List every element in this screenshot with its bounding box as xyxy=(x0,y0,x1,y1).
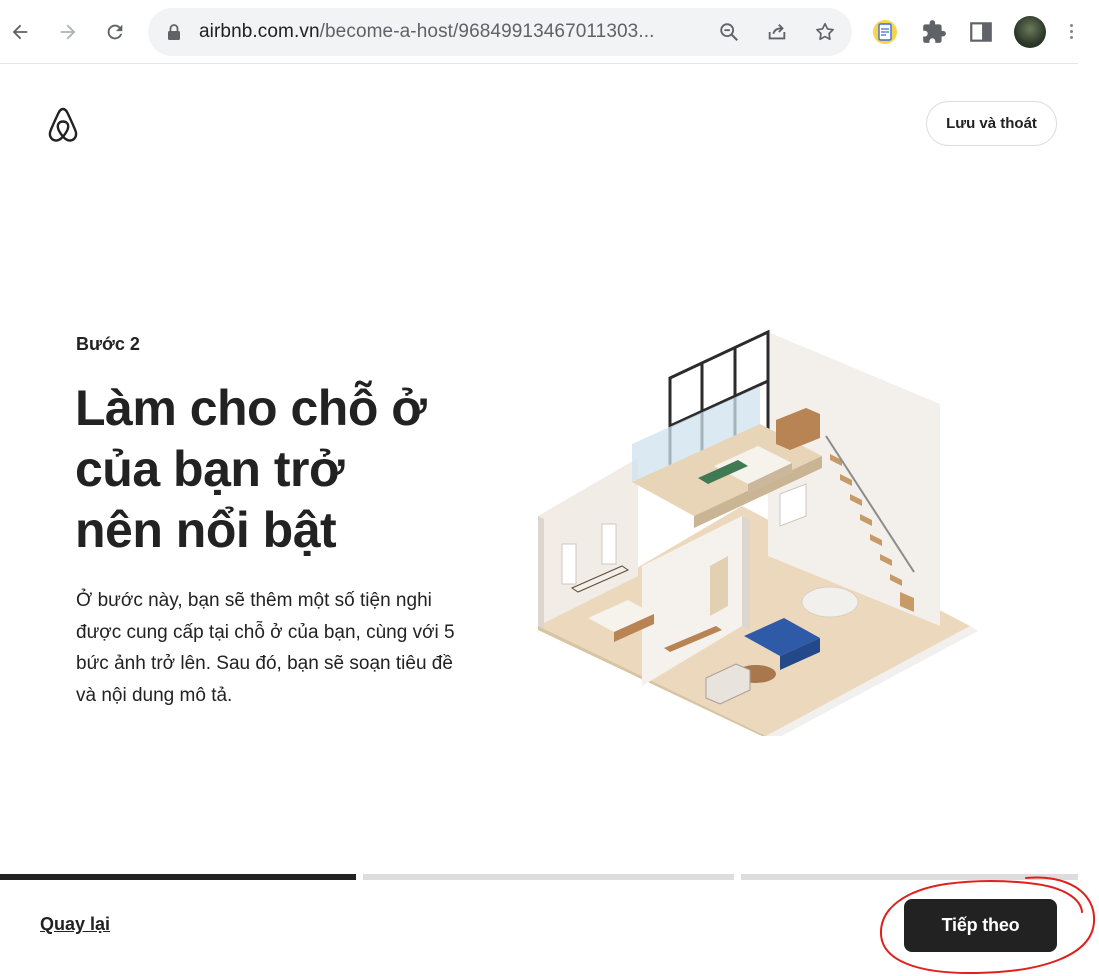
back-link[interactable]: Quay lại xyxy=(40,914,110,935)
url-text[interactable]: airbnb.com.vn/become-a-host/968499134670… xyxy=(199,21,655,43)
zoom-out-icon[interactable] xyxy=(718,21,740,43)
headline-line: nên nổi bật xyxy=(75,502,337,558)
notes-extension-icon[interactable] xyxy=(872,19,898,45)
step-description: Ở bước này, bạn sẽ thêm một số tiện nghi… xyxy=(76,590,455,706)
progress-segment-1 xyxy=(0,874,356,880)
profile-avatar[interactable] xyxy=(1014,16,1046,48)
house-illustration xyxy=(538,329,978,736)
airbnb-logo-icon[interactable] xyxy=(46,106,80,144)
back-arrow-icon[interactable] xyxy=(6,18,34,46)
reload-icon[interactable] xyxy=(101,18,129,46)
browser-toolbar: airbnb.com.vn/become-a-host/968499134670… xyxy=(0,0,1078,64)
step-label: Bước 2 xyxy=(76,334,140,354)
progress-fill xyxy=(0,874,356,880)
side-panel-icon[interactable] xyxy=(968,19,994,45)
lock-icon[interactable] xyxy=(166,23,182,41)
progress-segment-2 xyxy=(363,874,734,880)
next-button[interactable]: Tiếp theo xyxy=(904,899,1057,952)
progress-segment-3 xyxy=(741,874,1078,880)
share-icon[interactable] xyxy=(766,21,788,43)
address-bar[interactable]: airbnb.com.vn/become-a-host/968499134670… xyxy=(148,8,852,56)
bookmark-star-icon[interactable] xyxy=(814,21,836,43)
forward-arrow-icon[interactable] xyxy=(54,18,82,46)
extensions-puzzle-icon[interactable] xyxy=(921,19,947,45)
headline-line: của bạn trở xyxy=(75,441,345,497)
headline-line: Làm cho chỗ ở xyxy=(75,380,427,436)
page-headline: Làm cho chỗ ở của bạn trở nên nổi bật xyxy=(75,378,495,561)
browser-menu-icon[interactable] xyxy=(1070,22,1076,42)
save-and-exit-button[interactable]: Lưu và thoát xyxy=(926,101,1057,146)
